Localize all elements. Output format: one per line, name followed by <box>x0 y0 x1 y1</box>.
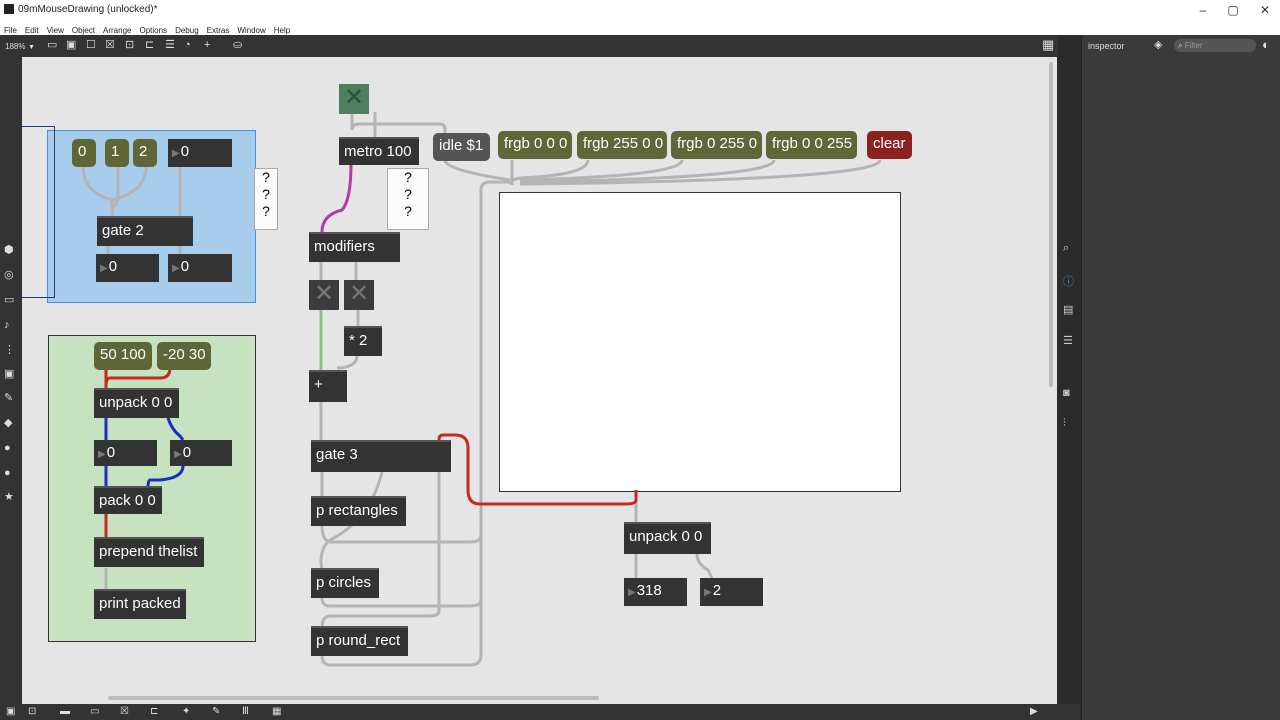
list-icon[interactable]: ☰ <box>1063 334 1073 347</box>
toggle-on[interactable]: ✕ <box>339 84 369 114</box>
camera-icon[interactable]: ◙ <box>1063 387 1070 399</box>
new-patch-icon[interactable]: ▬ <box>60 707 70 717</box>
question-comment-gate: ? ? ? <box>254 168 278 230</box>
list-50-100-message[interactable]: 50 100 <box>94 342 152 370</box>
search-icon: ⌕ <box>1178 41 1183 50</box>
gate3-object[interactable]: gate 3 <box>311 440 451 472</box>
unpack-num2-value: 0 <box>182 444 192 461</box>
cord-unpack-num2-blue <box>166 417 185 441</box>
p-round-rect-object[interactable]: p round_rect <box>311 626 408 656</box>
cord-mult-plus <box>337 355 359 370</box>
cord-toggle-idle <box>350 112 447 133</box>
cord-m0-gate <box>81 165 114 216</box>
multiply-object[interactable]: * 2 <box>344 326 382 356</box>
shift-toggle[interactable]: ✕ <box>309 280 339 310</box>
cord-num2-pack-blue <box>146 465 185 489</box>
gate-out1-number[interactable]: ▶0 <box>96 254 159 282</box>
number-arrow-icon: ▶ <box>174 449 182 460</box>
bottom-toolbar: ▣ ⊡ ▬ ▭ ☒ ⊏ ✦ ✎ Ⅲ ▦ ▶ <box>0 704 1080 720</box>
toggle-view-icon[interactable]: ◐ <box>1262 37 1270 52</box>
unpack-num1-value: 0 <box>106 444 116 461</box>
frgb-green-message[interactable]: frgb 0 255 0 <box>671 131 762 159</box>
idle-message[interactable]: idle $1 <box>433 133 490 161</box>
grid-icon[interactable]: ▦ <box>272 707 281 717</box>
play-icon[interactable]: ▶ <box>1030 707 1038 717</box>
debug-icon[interactable]: ✦ <box>182 707 190 717</box>
inspector-title: inspector <box>1088 41 1125 51</box>
number-arrow-icon: ▶ <box>172 263 180 274</box>
cord-idle <box>443 159 511 182</box>
p-circles-object[interactable]: p circles <box>311 568 379 598</box>
gate-input-value: 0 <box>180 143 190 160</box>
number-arrow-icon: ▶ <box>100 263 108 274</box>
mixer-icon[interactable]: ⫶ <box>1063 417 1066 430</box>
number-arrow-icon: ▶ <box>704 587 712 598</box>
list-neg20-30-message[interactable]: -20 30 <box>157 342 211 370</box>
frgb-red-message[interactable]: frgb 255 0 0 <box>577 131 667 159</box>
frgb-black-message[interactable]: frgb 0 0 0 <box>498 131 572 159</box>
clear-message[interactable]: clear <box>867 131 912 159</box>
cord-lcd-gate-red <box>437 433 638 506</box>
gate-select-0-message[interactable]: 0 <box>72 139 96 167</box>
ctrl-toggle[interactable]: ✕ <box>344 280 374 310</box>
modifiers-object[interactable]: modifiers <box>309 232 400 262</box>
gate-input-number[interactable]: ▶0 <box>168 139 232 167</box>
number-arrow-icon: ▶ <box>628 587 636 598</box>
prepend-object[interactable]: prepend thelist <box>94 537 204 567</box>
mouse-y-value: 2 <box>712 582 722 599</box>
print-object[interactable]: print packed <box>94 589 186 619</box>
p-rectangles-object[interactable]: p rectangles <box>311 496 406 526</box>
diamond-icon[interactable]: ◈ <box>1154 38 1162 51</box>
number-arrow-icon: ▶ <box>98 449 106 460</box>
frgb-blue-message[interactable]: frgb 0 0 255 <box>766 131 857 159</box>
lock-icon[interactable]: ▣ <box>6 707 15 717</box>
info-icon[interactable]: ⓘ <box>1063 273 1074 289</box>
number-arrow-icon: ▶ <box>172 148 180 159</box>
align-icon[interactable]: ⊏ <box>150 707 158 717</box>
inspector-panel: inspector ◈ ⌕ Filter ◐ <box>1081 35 1280 720</box>
gate-select-2-message[interactable]: 2 <box>133 139 157 167</box>
cord-msgb-unpack-red <box>104 367 172 387</box>
plus-object[interactable]: + <box>309 370 347 402</box>
layers-icon[interactable]: ▭ <box>90 707 99 717</box>
cord-circles-lcd <box>320 597 483 608</box>
question-comment-metro: ? ? ? <box>387 168 429 230</box>
cord-metro-modifiers <box>320 163 353 233</box>
gate-out1-value: 0 <box>108 258 118 275</box>
unpack-num2[interactable]: ▶0 <box>170 440 232 466</box>
metro-object[interactable]: metro 100 <box>339 137 419 165</box>
columns-icon[interactable]: Ⅲ <box>242 707 249 717</box>
mouse-x-number[interactable]: ▶318 <box>624 578 687 606</box>
grid-snap-icon[interactable]: ☒ <box>120 707 129 717</box>
cord-unpack-y <box>695 553 714 579</box>
mouse-x-value: 318 <box>636 582 662 599</box>
right-sidebar: ⌕ ⓘ ▤ ☰ ◙ ⫶ <box>1058 35 1080 720</box>
unpack-mouse-object[interactable]: unpack 0 0 <box>624 522 711 554</box>
book-icon[interactable]: ▤ <box>1063 303 1073 316</box>
wrench-icon[interactable]: ✎ <box>212 707 220 717</box>
gate-select-1-message[interactable]: 1 <box>105 139 129 167</box>
unpack-list-object[interactable]: unpack 0 0 <box>94 388 179 418</box>
search-icon[interactable]: ⌕ <box>1063 242 1069 255</box>
presentation-icon[interactable]: ⊡ <box>28 707 36 717</box>
pack-object[interactable]: pack 0 0 <box>94 486 162 514</box>
unpack-num1[interactable]: ▶0 <box>94 440 157 466</box>
mouse-y-number[interactable]: ▶2 <box>700 578 763 606</box>
gate-out2-number[interactable]: ▶0 <box>168 254 232 282</box>
gate2-object[interactable]: gate 2 <box>97 216 193 246</box>
filter-input[interactable]: ⌕ Filter <box>1174 39 1256 52</box>
filter-placeholder: Filter <box>1184 41 1203 50</box>
gate-out2-value: 0 <box>180 258 190 275</box>
